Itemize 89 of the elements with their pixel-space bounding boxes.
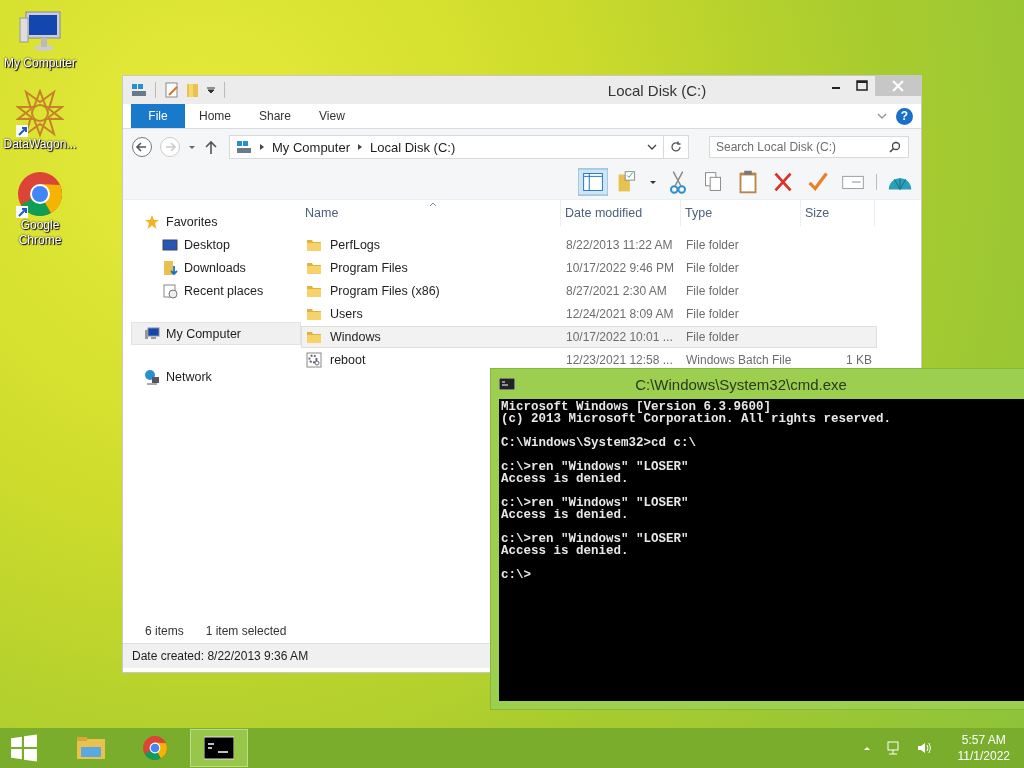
file-row[interactable]: Users 12/24/2021 8:09 AM File folder <box>301 303 877 325</box>
file-type: File folder <box>685 307 740 321</box>
file-row[interactable]: PerfLogs 8/22/2013 11:22 AM File folder <box>301 234 877 256</box>
speaker-icon[interactable] <box>915 740 932 756</box>
help-button[interactable]: ? <box>896 107 913 125</box>
refresh-icon <box>670 141 682 153</box>
preview-pane-button[interactable] <box>578 168 608 196</box>
date-modified: 8/22/2013 11:22 AM <box>565 238 674 252</box>
breadcrumb[interactable]: Local Disk (C:) <box>370 139 456 155</box>
item-count: 6 items <box>145 624 184 638</box>
console-line: c:\>ren "Windows" "LOSER" <box>501 460 689 474</box>
nav-item[interactable]: My Computer <box>131 322 301 345</box>
date-modified: 10/17/2022 9:46 PM <box>565 261 676 275</box>
recent-places-icon <box>162 282 178 299</box>
search-field[interactable]: Search Local Disk (C:) <box>709 136 909 158</box>
properties-icon[interactable] <box>164 82 180 98</box>
file-row[interactable]: reboot 12/23/2021 12:58 ... Windows Batch File 1 KB <box>301 349 877 371</box>
up-arrow-icon[interactable] <box>203 139 219 155</box>
folder-icon <box>306 283 322 299</box>
file-name: Users <box>330 307 363 321</box>
file-type: File folder <box>685 330 740 344</box>
file-name: reboot <box>330 353 366 367</box>
console-line: C:\Windows\System32>cd c:\ <box>501 436 697 450</box>
folder-icon <box>306 306 322 322</box>
column-header[interactable]: Name <box>301 200 561 226</box>
drive-icon <box>236 139 252 155</box>
file-row[interactable]: Program Files (x86) 8/27/2021 2:30 AM File folder <box>301 280 877 302</box>
date-modified: 8/27/2021 2:30 AM <box>565 284 668 298</box>
column-header[interactable]: Date modified <box>561 200 681 226</box>
nav-item[interactable]: Network <box>131 365 301 388</box>
nav-item[interactable]: Downloads <box>131 256 301 279</box>
back-button[interactable] <box>131 136 153 158</box>
file-size: 1 KB <box>846 353 872 367</box>
chevron-down-icon[interactable] <box>647 142 657 152</box>
search-icon[interactable] <box>889 141 901 153</box>
desktop-icon <box>162 236 178 253</box>
folder-icon <box>306 260 322 276</box>
windows-logo-icon[interactable] <box>10 734 38 762</box>
file-name: Windows <box>330 330 381 344</box>
folder-download-icon <box>162 259 178 276</box>
console-line: (c) 2013 Microsoft Corporation. All rights reserved. <box>501 412 892 426</box>
date-modified: 12/23/2021 12:58 ... <box>565 353 674 367</box>
nav-item[interactable]: Favorites <box>131 210 301 233</box>
file-name: Program Files <box>330 261 408 275</box>
console-line: Access is denied. <box>501 472 629 486</box>
column-header[interactable]: Type <box>681 200 801 226</box>
address-bar[interactable]: My Computer Local Disk (C:) <box>229 135 664 159</box>
file-name: PerfLogs <box>330 238 381 252</box>
column-header[interactable]: Size <box>801 200 875 226</box>
taskbar-button[interactable] <box>190 729 248 767</box>
refresh-button[interactable] <box>664 135 689 159</box>
file-tab[interactable]: File <box>131 104 185 128</box>
window-title: Local Disk (C:) <box>606 81 708 99</box>
dropdown-icon[interactable] <box>206 85 216 95</box>
breadcrumb[interactable]: My Computer <box>272 139 351 155</box>
breadcrumb-arrow-icon[interactable] <box>258 143 266 151</box>
console-line: Microsoft Windows [Version 6.3.9600] <box>501 400 772 414</box>
nav-item[interactable]: Recent places <box>131 279 301 302</box>
window-title: C:\Windows\System32\cmd.exe <box>634 375 848 393</box>
chrome-icon[interactable] <box>16 170 64 218</box>
file-name: Program Files (x86) <box>330 284 440 298</box>
console-icon[interactable] <box>499 378 515 390</box>
network-icon <box>144 368 160 385</box>
folder-icon <box>76 735 106 761</box>
date-modified: 12/24/2021 8:09 AM <box>565 307 675 321</box>
folder-icon <box>306 237 322 253</box>
date-created: Date created: 8/22/2013 9:36 AM <box>132 649 309 663</box>
file-type: File folder <box>685 261 740 275</box>
drive-icon[interactable] <box>131 82 147 98</box>
console-icon <box>204 735 234 761</box>
file-row[interactable]: Windows 10/17/2022 10:01 ... File folder <box>301 326 877 348</box>
gear-file-icon <box>306 352 322 368</box>
file-type: Windows Batch File <box>685 353 793 367</box>
nav-item[interactable]: Desktop <box>131 233 301 256</box>
star-pattern-icon[interactable] <box>16 89 64 137</box>
console-line: c:\>ren "Windows" "LOSER" <box>501 532 689 546</box>
date-modified: 10/17/2022 10:01 ... <box>565 330 674 344</box>
selection-status: 1 item selected <box>205 624 287 638</box>
star-icon <box>144 213 160 230</box>
chrome-icon <box>140 735 170 761</box>
file-type: File folder <box>685 284 740 298</box>
console-line: Access is denied. <box>501 544 629 558</box>
folder-icon <box>306 329 322 345</box>
computer-icon <box>144 325 160 342</box>
console-line: Access is denied. <box>501 508 629 522</box>
file-type: File folder <box>685 238 740 252</box>
console-line: c:\> <box>501 568 531 582</box>
console-line: c:\>ren "Windows" "LOSER" <box>501 496 689 510</box>
file-row[interactable]: Program Files 10/17/2022 9:46 PM File folder <box>301 257 877 279</box>
